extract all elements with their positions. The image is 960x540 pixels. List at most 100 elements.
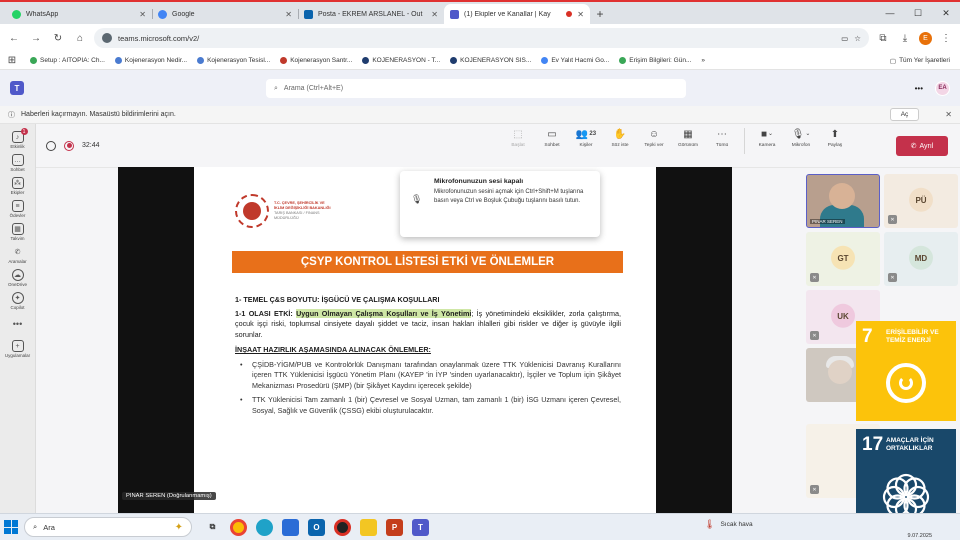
bookmark-item[interactable]: Setup : AITOPIA: Ch... [30,57,105,64]
tool-label: Paylaş [827,143,843,148]
back-icon[interactable]: ← [6,30,22,46]
menu-icon[interactable]: ⋮ [938,30,954,46]
maximize-icon[interactable]: ☐ [904,8,932,19]
tab-teams[interactable]: (1) Ekipler ve Kanallar | Kay ✕ [444,4,590,24]
bookmark-item[interactable]: KOJENERASYON SIS... [450,57,531,64]
bookmark-item[interactable]: Kojenerasyon Nedir... [114,57,187,64]
profile-avatar[interactable]: E [919,31,932,45]
participant-tile[interactable]: MD ✕ [884,232,958,286]
start-button[interactable]: ⬚ Başlat [502,128,534,154]
bookmark-item[interactable]: Kojenerasyon Tesisl... [197,57,270,64]
share-button[interactable]: ⬆ Paylaş [819,128,851,154]
microphone-button[interactable]: 🎙 ⌄ Mikrofon [785,128,817,154]
cast-icon[interactable]: ▭ [841,34,848,43]
chevron-right-icon[interactable]: » [701,57,705,64]
downloads-icon[interactable]: ⤓ [897,30,913,46]
rail-item-chat[interactable]: … Sohbet [1,154,35,172]
sparkle-icon: ✦ [174,521,183,533]
apps-grid-icon[interactable]: ⊞ [4,53,20,69]
chevron-down-icon[interactable]: ⌄ [768,128,773,141]
rail-item-copilot[interactable]: ✦ Copilot [1,292,35,310]
close-icon[interactable]: ✕ [431,10,438,19]
sdg7-badge: 7 ERİŞİLEBİLİR VE TEMİZ ENERJİ [856,321,956,421]
participant-tile[interactable]: GT ✕ [806,232,880,286]
close-icon[interactable]: ✕ [945,110,952,119]
teams-icon[interactable]: T [412,518,429,536]
chrome-icon[interactable] [230,518,247,536]
rail-item-calls[interactable]: ✆ Aramalar [1,246,35,264]
ministry-logo: T.C. ÇEVRE, ŞEHİRCİLİK VE İKLİM DEĞİŞİKL… [235,194,332,228]
reload-icon[interactable]: ↻ [50,30,66,46]
close-window-icon[interactable]: ✕ [932,8,960,19]
extensions-icon[interactable]: ⧉ [875,30,891,46]
tab-whatsapp[interactable]: WhatsApp ✕ [6,4,152,24]
meeting-info-icon[interactable] [46,140,56,151]
bookmark-star-icon[interactable]: ☆ [854,34,861,43]
file-explorer-icon[interactable] [360,518,377,536]
forward-icon[interactable]: → [28,30,44,46]
taskbar-search[interactable]: ⌕ Ara ✦ [24,517,192,537]
participant-initials: GT [831,245,855,270]
more-button[interactable]: ⋯ Tümü [706,128,738,154]
new-tab-button[interactable]: + [590,4,610,24]
view-button[interactable]: ▦ Görünüm [672,128,704,154]
close-icon[interactable]: ✕ [285,10,292,19]
bookmark-item[interactable]: Kojenerasyon Santr... [280,57,352,64]
people-button[interactable]: 👥 23 Kişiler [570,128,602,154]
camera-button[interactable]: ■ ⌄ Kamera [751,128,783,154]
sdg-number: 7 [862,326,873,347]
participant-initials: MD [909,245,933,270]
close-icon[interactable]: ✕ [139,10,146,19]
task-view-icon[interactable]: ⧉ [204,519,221,536]
windows-start-icon[interactable] [4,520,18,534]
powerpoint-icon[interactable]: P [386,518,403,536]
rail-item-onedrive[interactable]: ☁ OneDrive [1,269,35,287]
outlook-icon[interactable]: O [308,518,325,536]
chevron-down-icon[interactable]: ⌄ [805,128,810,141]
teams-header: T ⌕ Arama (Ctrl+Alt+E) ••• EA [0,70,960,106]
slide-body: 1- TEMEL Ç&S BOYUTU: İŞGÜCÜ VE ÇALIŞMA K… [235,295,621,420]
participant-tile[interactable]: PINAR SEREN [806,174,880,228]
more-options-icon[interactable]: ••• [915,84,923,93]
tab-google[interactable]: Google ✕ [152,4,298,24]
rail-item-teams[interactable]: ⁂ Ekipler [1,177,35,195]
rail-item-assignments[interactable]: ≡ Ödevler [1,200,35,218]
rail-item-activity[interactable]: ♪ 1 Etkinlik [1,128,35,149]
folder-icon: ▢ [889,57,897,65]
tab-outlook[interactable]: Posta - EKREM ARSLANEL - Out ✕ [298,4,444,24]
bookmark-label: Erişim Bilgileri: Gün... [629,57,692,64]
close-icon[interactable]: ✕ [577,10,584,19]
teams-search-input[interactable]: ⌕ Arama (Ctrl+Alt+E) [266,79,686,98]
phone-hangup-icon: ✆ [910,143,917,150]
edge-icon[interactable] [256,518,273,536]
enable-notifications-button[interactable]: Aç [889,108,920,121]
sdg-title: AMAÇLAR İÇİN ORTAKLIKLAR [886,437,934,452]
home-icon[interactable]: ⌂ [72,30,88,46]
participant-tile[interactable]: PÜ ✕ [884,174,958,228]
recording-icon [64,140,74,151]
rail-item-calendar[interactable]: ▦ Takvim [1,223,35,241]
notification-text: Haberleri kaçırmayın. Masaüstü bildiriml… [21,111,176,118]
record-app-icon[interactable] [334,518,351,536]
tab-title: Google [172,10,195,18]
react-button[interactable]: ☺ Tepki ver [638,128,670,154]
rail-item-apps[interactable]: + Uygulamalar [1,340,35,358]
user-avatar[interactable]: EA [935,80,950,96]
url-field[interactable]: teams.microsoft.com/v2/ ▭ ☆ [94,28,869,48]
minimize-icon[interactable]: — [876,8,904,18]
bookmark-item[interactable]: Erişim Bilgileri: Gün... [619,57,691,64]
tool-label: Söz iste [611,143,629,148]
chat-button[interactable]: ▭ Sohbet [536,128,568,154]
store-icon[interactable] [282,518,299,536]
leave-button[interactable]: ✆ Ayrıl [896,136,948,156]
bookmark-item[interactable]: KOJENERASYON - T... [362,57,440,64]
more-apps-icon[interactable]: ••• [13,319,22,329]
site-info-icon[interactable] [102,33,112,43]
sun-power-icon [886,363,926,403]
all-bookmarks[interactable]: ▢ Tüm Yer İşaretleri [890,57,956,65]
weather-label: Sıcak hava [720,521,753,528]
bookmark-item[interactable]: Ev Yalıt Hacmi Go... [541,57,609,64]
raise-hand-button[interactable]: ✋ Söz iste [604,128,636,154]
bookmark-label: KOJENERASYON SIS... [460,57,532,64]
weather-widget[interactable]: 🌡 Sıcak hava [704,519,753,530]
